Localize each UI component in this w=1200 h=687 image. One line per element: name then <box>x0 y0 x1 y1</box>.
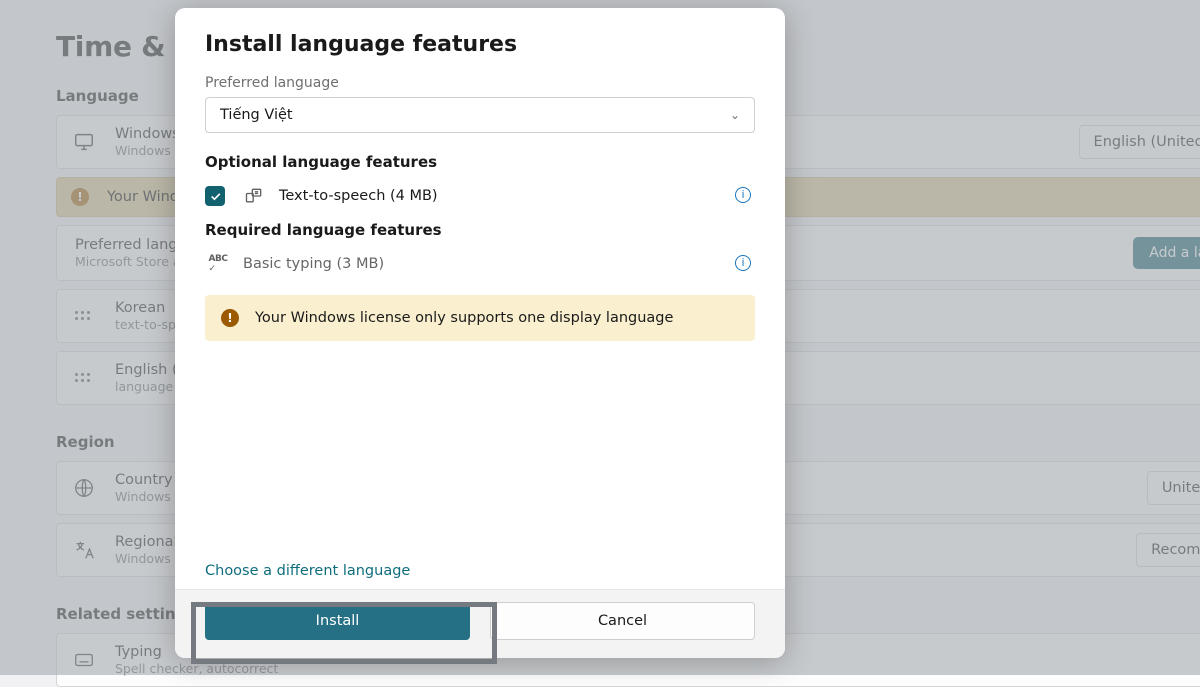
feature-basic-typing: ABC✓ Basic typing (3 MB) i <box>205 249 755 289</box>
install-language-dialog: Install language features Preferred lang… <box>175 8 785 658</box>
checkbox-tts[interactable] <box>205 186 225 206</box>
info-icon[interactable]: i <box>735 255 751 271</box>
text-to-speech-icon <box>243 185 265 207</box>
info-icon[interactable]: i <box>735 187 751 203</box>
optional-features-heading: Optional language features <box>205 153 755 171</box>
warning-icon: ! <box>221 309 239 327</box>
choose-different-language-link[interactable]: Choose a different language <box>205 563 755 579</box>
install-button[interactable]: Install <box>205 602 470 640</box>
feature-text-to-speech[interactable]: Text-to-speech (4 MB) i <box>205 181 755 221</box>
feature-label: Text-to-speech (4 MB) <box>279 188 438 204</box>
dialog-title: Install language features <box>205 32 755 57</box>
basic-typing-icon: ABC✓ <box>207 253 229 275</box>
dialog-footer: Install Cancel <box>175 589 785 658</box>
required-features-heading: Required language features <box>205 221 755 239</box>
preferred-language-value: Tiếng Việt <box>220 107 293 123</box>
preferred-language-select[interactable]: Tiếng Việt ⌄ <box>205 97 755 133</box>
chevron-down-icon: ⌄ <box>730 108 740 122</box>
license-warning-box: ! Your Windows license only supports one… <box>205 295 755 341</box>
warning-text: Your Windows license only supports one d… <box>255 310 673 326</box>
cancel-button[interactable]: Cancel <box>490 602 755 640</box>
feature-label: Basic typing (3 MB) <box>243 256 384 272</box>
preferred-language-label: Preferred language <box>205 75 755 91</box>
